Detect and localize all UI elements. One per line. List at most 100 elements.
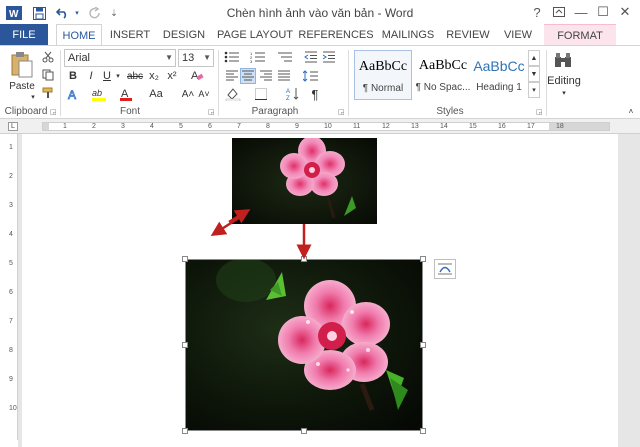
resize-handle-bottom-right[interactable] xyxy=(420,428,426,434)
styles-more-icon[interactable]: ▾ xyxy=(528,82,540,98)
save-icon[interactable] xyxy=(30,3,48,23)
editing-dropdown-icon[interactable]: ▾ xyxy=(558,88,570,98)
vertical-ruler: 1 2 3 4 5 6 7 8 9 10 xyxy=(8,134,18,440)
text-effects-icon[interactable]: A xyxy=(66,86,82,102)
numbering-icon[interactable]: 123 xyxy=(248,49,268,65)
ruler-tick-label: 13 xyxy=(411,123,419,130)
tab-insert[interactable]: INSERT xyxy=(108,24,152,46)
align-center-icon[interactable] xyxy=(240,68,256,84)
ruler-tick-label: 1 xyxy=(63,123,67,130)
tab-design[interactable]: DESIGN xyxy=(160,24,208,46)
customize-icon[interactable]: ⇣ xyxy=(108,3,120,23)
change-case-button[interactable]: Aa xyxy=(144,86,168,102)
styles-scroll-up-icon[interactable]: ▲ xyxy=(528,50,540,66)
align-left-icon[interactable] xyxy=(224,68,240,84)
tab-mailings[interactable]: MAILINGS xyxy=(378,24,438,46)
grow-font-button[interactable]: A˄ xyxy=(180,86,196,102)
font-size-select[interactable]: 13 ▼ xyxy=(178,49,214,67)
styles-launcher-icon[interactable]: ◲ xyxy=(536,108,543,116)
ruler-tick-label: 6 xyxy=(208,123,212,130)
tab-home[interactable]: HOME xyxy=(56,24,102,47)
ruler-tick-label: 14 xyxy=(440,123,448,130)
underline-dropdown-icon[interactable]: ▾ xyxy=(114,68,122,84)
style-name: Heading 1 xyxy=(476,82,522,93)
style-heading-1[interactable]: AaBbCc Heading 1 xyxy=(470,50,528,100)
tab-review[interactable]: REVIEW xyxy=(444,24,492,46)
paste-icon[interactable] xyxy=(8,50,36,80)
large-flower-image[interactable] xyxy=(185,259,423,431)
style-normal[interactable]: AaBbCc ¶ Normal xyxy=(354,50,412,100)
resize-handle-top[interactable] xyxy=(301,256,307,262)
resize-handle-bottom-left[interactable] xyxy=(182,428,188,434)
font-color-button[interactable]: A xyxy=(118,86,134,102)
window-title: Chèn hình ảnh vào văn bản - Word xyxy=(226,6,414,20)
show-formatting-marks-icon[interactable]: ¶ xyxy=(306,86,324,102)
bullets-icon[interactable] xyxy=(222,49,242,65)
clipboard-launcher-icon[interactable]: ◲ xyxy=(50,108,57,116)
shrink-font-button[interactable]: A˅ xyxy=(196,86,212,102)
ruler-tick-label: 5 xyxy=(179,123,183,130)
word-app-icon[interactable]: W xyxy=(4,3,24,23)
redo-icon[interactable] xyxy=(86,3,104,23)
editing-button[interactable]: Editing xyxy=(544,74,584,88)
font-name-select[interactable]: Arial ▼ xyxy=(64,49,176,67)
paste-dropdown-icon[interactable]: ▾ xyxy=(28,92,38,102)
multilevel-list-icon[interactable] xyxy=(274,49,296,65)
svg-text:ab: ab xyxy=(92,88,102,98)
tab-view[interactable]: VIEW xyxy=(498,24,538,46)
ruler-tick-label: 10 xyxy=(324,123,332,130)
binoculars-icon[interactable] xyxy=(552,50,574,70)
bold-button[interactable]: B xyxy=(66,68,80,84)
align-right-icon[interactable] xyxy=(258,68,274,84)
undo-dropdown-icon[interactable]: ▾ xyxy=(72,3,82,23)
subscript-button[interactable]: x₂ xyxy=(146,68,162,84)
styles-scroll-down-icon[interactable]: ▼ xyxy=(528,66,540,82)
justify-icon[interactable] xyxy=(276,68,292,84)
tab-format[interactable]: FORMAT xyxy=(544,24,616,46)
tab-selector[interactable]: L xyxy=(8,122,18,131)
superscript-button[interactable]: x² xyxy=(164,68,180,84)
font-name-value: Arial xyxy=(68,52,91,64)
layout-options-button[interactable] xyxy=(434,259,456,279)
maximize-button[interactable]: ☐ xyxy=(592,2,614,22)
minimize-button[interactable]: — xyxy=(570,2,592,22)
italic-button[interactable]: I xyxy=(84,68,98,84)
borders-icon[interactable] xyxy=(250,86,272,102)
copy-icon[interactable] xyxy=(40,68,56,82)
document-page[interactable] xyxy=(22,134,618,447)
highlight-color-button[interactable]: ab xyxy=(90,86,110,102)
line-spacing-icon[interactable] xyxy=(300,68,322,84)
format-painter-icon[interactable] xyxy=(40,86,56,100)
tab-references[interactable]: REFERENCES xyxy=(298,24,373,46)
tab-file[interactable]: FILE xyxy=(0,24,48,46)
ribbon-display-button[interactable] xyxy=(548,2,570,22)
horizontal-ruler: L 1 2 3 4 5 6 7 8 9 10 11 12 13 14 15 16 17 18 xyxy=(0,119,640,134)
resize-handle-right[interactable] xyxy=(420,342,426,348)
font-launcher-icon[interactable]: ◲ xyxy=(208,108,215,116)
cut-icon[interactable] xyxy=(40,50,56,64)
ribbon: Paste ▾ Clipboard ◲ Arial ▼ 13 ▼ B I U ▾… xyxy=(0,45,640,119)
resize-handle-top-right[interactable] xyxy=(420,256,426,262)
vertical-ruler-tick-label: 1 xyxy=(9,144,13,151)
sort-icon[interactable]: AZ xyxy=(284,86,302,102)
paragraph-launcher-icon[interactable]: ◲ xyxy=(338,108,345,116)
close-button[interactable]: ✕ xyxy=(614,2,636,22)
resize-handle-bottom[interactable] xyxy=(301,428,307,434)
clear-formatting-icon[interactable]: A xyxy=(188,66,206,84)
small-flower-image[interactable] xyxy=(232,138,377,224)
resize-handle-left[interactable] xyxy=(182,342,188,348)
undo-icon[interactable] xyxy=(54,3,72,23)
decrease-indent-icon[interactable] xyxy=(302,49,320,65)
tab-page-layout[interactable]: PAGE LAYOUT xyxy=(216,24,294,46)
collapse-ribbon-icon[interactable]: ˄ xyxy=(626,106,636,116)
svg-text:Z: Z xyxy=(286,96,290,101)
help-button[interactable]: ? xyxy=(526,2,548,22)
resize-handle-top-left[interactable] xyxy=(182,256,188,262)
strikethrough-button[interactable]: abc xyxy=(126,68,144,84)
increase-indent-icon[interactable] xyxy=(320,49,338,65)
shading-icon[interactable] xyxy=(222,86,244,102)
underline-button[interactable]: U xyxy=(100,68,114,84)
paste-button[interactable]: Paste xyxy=(6,80,38,92)
ruler-track[interactable]: 1 2 3 4 5 6 7 8 9 10 11 12 13 14 15 16 17 18 xyxy=(42,122,610,131)
style-no-spacing[interactable]: AaBbCc ¶ No Spac... xyxy=(414,50,472,100)
